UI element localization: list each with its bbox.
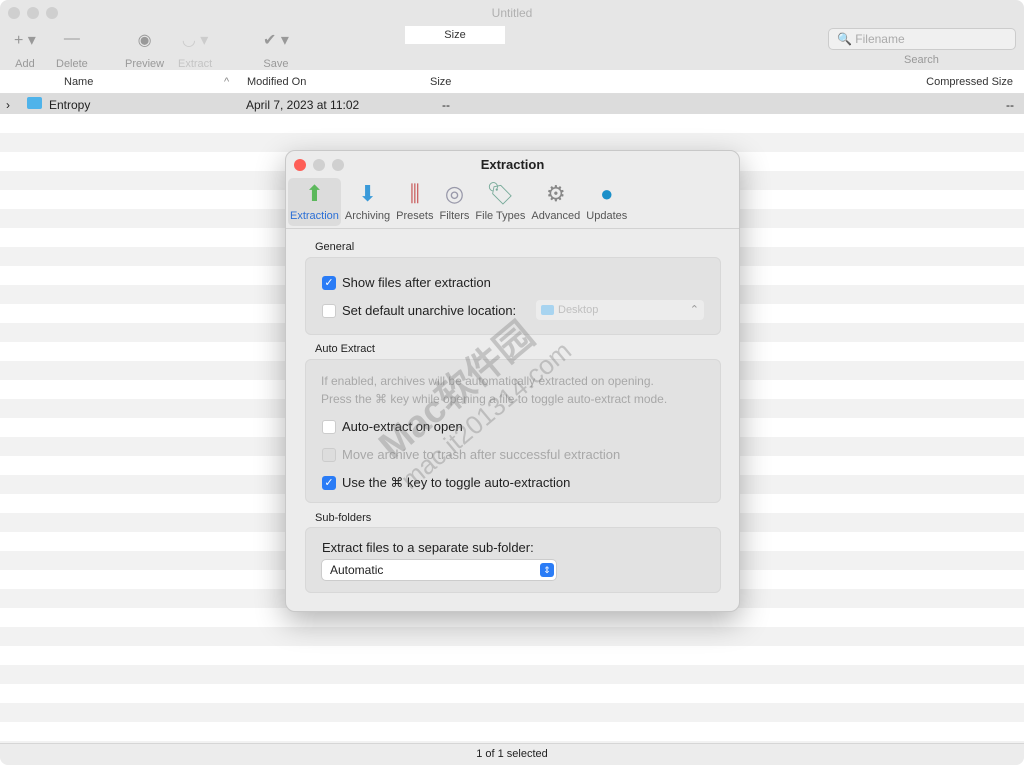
save-button[interactable]: ✔ ▾ Save — [263, 30, 289, 70]
tab-advanced[interactable]: ⚙ Advanced — [529, 178, 582, 226]
tab-label: Advanced — [531, 210, 581, 222]
status-bar: 1 of 1 selected — [0, 743, 1024, 765]
disclosure-chevron-icon[interactable]: › — [6, 98, 10, 112]
dialog-title: Extraction — [480, 157, 545, 172]
presets-icon: ⫼ — [409, 181, 420, 206]
column-modified[interactable]: Modified On — [247, 76, 306, 88]
delete-button[interactable]: — Delete — [56, 30, 88, 70]
extraction-icon: ⬆ — [305, 181, 324, 206]
tab-updates[interactable]: ● Updates — [584, 178, 629, 226]
tab-label: File Types — [475, 210, 526, 222]
extract-icon: ◡ ▾ — [181, 32, 209, 49]
plus-icon: + ▾ — [14, 32, 36, 49]
move-to-trash-checkbox[interactable]: Move archive to trash after successful e… — [322, 447, 620, 462]
row-modified: April 7, 2023 at 11:02 — [246, 98, 360, 112]
sort-ascending-icon: ^ — [224, 76, 230, 88]
auto-extract-help: If enabled, archives will be automatical… — [321, 374, 668, 406]
checkmark-icon: ✔ ▾ — [263, 32, 289, 49]
preview-button[interactable]: ◉ Preview — [125, 30, 164, 70]
auto-extract-heading: Auto Extract — [315, 343, 375, 355]
archiving-icon: ⬇ — [358, 181, 377, 206]
table-row[interactable]: › Entropy April 7, 2023 at 11:02 -- -- — [0, 94, 1024, 114]
column-size[interactable]: Size — [430, 76, 451, 88]
auto-extract-section: If enabled, archives will be automatical… — [305, 359, 721, 503]
tab-presets[interactable]: ⫼ Presets — [394, 178, 435, 226]
checkbox-unchecked-icon — [322, 419, 336, 434]
tab-label: Presets — [396, 210, 434, 222]
folder-icon — [541, 305, 554, 315]
tab-label: Filters — [439, 210, 470, 222]
location-popup[interactable]: Desktop ⌃ — [536, 300, 704, 320]
tab-label: Extraction — [290, 210, 339, 222]
divider — [286, 228, 739, 229]
eye-icon: ◉ — [137, 32, 152, 49]
preference-tabs: ⬆ Extraction ⬇ Archiving ⫼ Presets ◎ Filters… — [288, 178, 629, 226]
extract-button[interactable]: ◡ ▾ Extract — [178, 30, 212, 70]
file-types-icon: 🏷 — [486, 181, 515, 206]
tab-file-types[interactable]: 🏷 File Types — [473, 178, 527, 226]
general-heading: General — [315, 241, 355, 253]
row-name: Entropy — [49, 98, 91, 112]
column-compressed[interactable]: Compressed Size — [926, 76, 1013, 88]
add-button[interactable]: + ▾ Add — [14, 30, 36, 70]
size-segment[interactable]: Size — [405, 26, 505, 44]
checkbox-checked-icon: ✓ — [322, 476, 336, 490]
use-key-checkbox[interactable]: ✓ Use the ⌘ key to toggle auto-extraction — [322, 475, 570, 491]
filters-icon: ◎ — [444, 181, 465, 206]
search-label: Search — [904, 54, 939, 66]
column-header: Name ^ Modified On Size Compressed Size — [0, 70, 1024, 94]
subfolder-label: Extract files to a separate sub-folder: — [322, 540, 534, 555]
row-size: -- — [442, 98, 450, 112]
column-name[interactable]: Name — [64, 76, 93, 88]
general-section: ✓ Show files after extraction Set default… — [305, 257, 721, 335]
search-input[interactable]: 🔍 Filename — [828, 28, 1016, 50]
tab-extraction[interactable]: ⬆ Extraction — [288, 178, 341, 226]
show-files-checkbox[interactable]: ✓ Show files after extraction — [322, 275, 491, 290]
tab-label: Archiving — [344, 210, 391, 222]
auto-extract-checkbox[interactable]: Auto-extract on open — [322, 419, 463, 434]
minus-icon: — — [63, 30, 80, 47]
checkbox-unchecked-icon — [322, 303, 336, 318]
default-location-checkbox[interactable]: Set default unarchive location: — [322, 303, 516, 318]
window-title: Untitled — [491, 6, 533, 20]
extraction-preferences-dialog: Extraction ⬆ Extraction ⬇ Archiving ⫼ Prese… — [285, 150, 740, 612]
checkbox-checked-icon: ✓ — [322, 275, 336, 290]
row-compressed: -- — [1006, 98, 1014, 112]
tab-label: Updates — [586, 210, 628, 222]
tab-archiving[interactable]: ⬇ Archiving — [343, 178, 392, 226]
subfolder-select[interactable]: Automatic ⇕ — [322, 560, 556, 580]
chevron-updown-icon: ⌃ — [689, 304, 699, 316]
folder-icon — [27, 97, 42, 109]
checkbox-disabled-icon — [322, 447, 336, 462]
gear-icon: ⚙ — [545, 181, 566, 206]
tab-filters[interactable]: ◎ Filters — [437, 178, 471, 226]
chevron-updown-icon: ⇕ — [540, 563, 554, 577]
subfolders-heading: Sub-folders — [315, 512, 372, 524]
globe-icon: ● — [600, 181, 614, 206]
subfolders-section: Extract files to a separate sub-folder: … — [305, 527, 721, 593]
toolbar: Untitled + ▾ Add — Delete ◉ Preview ◡ ▾ Extr… — [0, 0, 1024, 70]
